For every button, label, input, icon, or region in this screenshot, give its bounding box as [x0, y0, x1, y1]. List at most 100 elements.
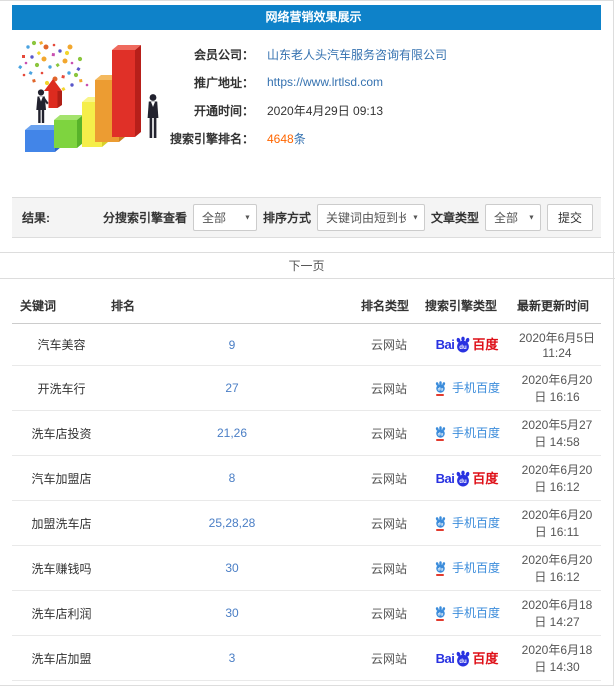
- mobile-baidu-badge: du 手机百度: [434, 605, 500, 621]
- mobile-baidu-paw-icon: du: [434, 605, 447, 621]
- rank-type-cell: 云网站: [357, 410, 421, 456]
- baidu-paw-icon: du: [456, 470, 470, 487]
- company-link[interactable]: 山东老人头汽车服务咨询有限公司: [267, 46, 447, 63]
- member-info: 会员公司： 山东老人头汽车服务咨询有限公司 推广地址： https://www.…: [12, 40, 615, 152]
- rank-cell[interactable]: 8: [107, 455, 357, 501]
- mobile-baidu-underline: [436, 438, 445, 441]
- sort-select-wrap: 关键词由短到长排序: [316, 204, 425, 231]
- engine-cell: du 手机百度: [421, 365, 513, 411]
- rank-cell[interactable]: 27: [107, 365, 357, 411]
- type-select-wrap: 全部: [484, 204, 541, 231]
- baidu-logo-bai: Bai: [435, 337, 455, 352]
- baidu-logo-bai: Bai: [435, 470, 455, 486]
- rank-type-cell: 云网站: [357, 323, 421, 366]
- engine-cell: Bai du 百度: [421, 323, 513, 366]
- updated-cell: 2020年6月20日 16:11: [513, 500, 601, 546]
- baidu-logo: Bai du 百度: [435, 470, 498, 487]
- info-row-open-time: 开通时间： 2020年4月29日 09:13: [12, 96, 615, 124]
- mobile-baidu-paw-icon: du: [434, 560, 447, 576]
- rank-count-unit[interactable]: 条: [294, 132, 306, 146]
- table-header: 关键词 排名 排名类型 搜索引擎类型 最新更新时间: [12, 289, 601, 324]
- baidu-logo-cn: 百度: [472, 337, 499, 352]
- baidu-logo-cn: 百度: [472, 650, 499, 666]
- mobile-baidu-paw-icon: du: [434, 425, 447, 441]
- table-row: 加盟洗车店 25,28,28 云网站 du 手机百度 2020年6月20日 16…: [12, 500, 601, 546]
- keyword-cell: 汽车美容: [12, 323, 107, 366]
- updated-cell: 2020年6月20日 16:12: [513, 545, 601, 591]
- updated-cell: 2020年6月18日 14:27: [513, 590, 601, 636]
- info-row-url: 推广地址： https://www.lrtlsd.com: [12, 68, 615, 96]
- mobile-baidu-underline: [436, 618, 445, 621]
- info-row-rank-count: 搜索引擎排名： 4648条: [12, 124, 615, 152]
- mobile-baidu-underline: [436, 393, 445, 396]
- rank-cell[interactable]: 21,26: [107, 410, 357, 456]
- url-label: 推广地址：: [193, 75, 254, 90]
- baidu-logo-bai: Bai: [435, 650, 455, 666]
- mobile-baidu-label: 手机百度: [451, 426, 500, 440]
- updated-cell: 2020年6月20日 16:16: [513, 365, 601, 411]
- header-updated: 最新更新时间: [513, 289, 601, 324]
- table-body: 汽车美容 9 云网站 Bai du 百度 2020年6月5日 11:24 开洗车…: [12, 323, 601, 681]
- svg-text:du: du: [460, 344, 468, 351]
- mobile-baidu-label: 手机百度: [451, 381, 500, 395]
- header-keyword: 关键词: [12, 289, 107, 324]
- baidu-paw-icon: du: [456, 650, 470, 667]
- engine-select[interactable]: 全部: [192, 204, 257, 231]
- sort-select[interactable]: 关键词由短到长排序: [316, 204, 425, 231]
- result-label: 结果:: [22, 211, 50, 225]
- updated-cell: 2020年5月27日 14:58: [513, 410, 601, 456]
- rank-count-number: 4648: [267, 131, 294, 146]
- rank-cell[interactable]: 3: [107, 635, 357, 681]
- company-label: 会员公司：: [193, 47, 254, 62]
- baidu-logo: Bai du 百度: [435, 650, 499, 667]
- header-rank: 排名: [107, 289, 357, 324]
- table-row: 洗车店投资 21,26 云网站 du 手机百度 2020年5月27日 14:58: [12, 410, 601, 456]
- result-filter-bar: 结果: 分搜索引擎查看 全部 排序方式 关键词由短到长排序 文章类型 全部 提交: [12, 197, 601, 238]
- mobile-baidu-underline: [436, 573, 445, 576]
- table-row: 洗车赚钱吗 30 云网站 du 手机百度 2020年6月20日 16:12: [12, 545, 601, 591]
- keyword-cell: 开洗车行: [12, 365, 107, 411]
- ranking-table: 关键词 排名 排名类型 搜索引擎类型 最新更新时间 汽车美容 9 云网站 Bai: [12, 289, 601, 681]
- type-select[interactable]: 全部: [484, 204, 541, 231]
- svg-text:du: du: [438, 431, 444, 437]
- rank-type-cell: 云网站: [357, 590, 421, 636]
- mobile-baidu-badge: du 手机百度: [434, 515, 500, 531]
- rank-type-cell: 云网站: [357, 545, 421, 591]
- app-header: 网络营销效果展示: [12, 5, 601, 30]
- updated-cell: 2020年6月5日 11:24: [513, 323, 601, 366]
- rank-cell[interactable]: 9: [107, 323, 357, 366]
- mobile-baidu-label: 手机百度: [451, 516, 500, 530]
- filter-group: 分搜索引擎查看 全部 排序方式 关键词由短到长排序 文章类型 全部 提交: [103, 204, 593, 231]
- svg-text:du: du: [438, 521, 444, 527]
- rank-cell[interactable]: 30: [107, 545, 357, 591]
- promo-url-link[interactable]: https://www.lrtlsd.com: [267, 75, 383, 89]
- sort-filter-label: 排序方式: [262, 211, 311, 225]
- mobile-baidu-badge: du 手机百度: [434, 560, 500, 576]
- keyword-cell: 洗车店利润: [12, 590, 107, 636]
- baidu-logo: Bai du 百度: [435, 336, 499, 353]
- engine-cell: du 手机百度: [421, 410, 513, 456]
- header-engine-type: 搜索引擎类型: [421, 289, 513, 324]
- open-time-label: 开通时间：: [193, 103, 254, 118]
- engine-cell: du 手机百度: [421, 545, 513, 591]
- type-filter-label: 文章类型: [430, 211, 479, 225]
- svg-text:du: du: [460, 657, 468, 664]
- engine-cell: du 手机百度: [421, 590, 513, 636]
- mobile-baidu-badge: du 手机百度: [434, 425, 500, 441]
- info-row-company: 会员公司： 山东老人头汽车服务咨询有限公司: [12, 40, 615, 68]
- rank-cell[interactable]: 30: [107, 590, 357, 636]
- rank-type-cell: 云网站: [357, 500, 421, 546]
- baidu-paw-icon: du: [456, 336, 470, 353]
- next-page-button[interactable]: 下一页: [0, 252, 614, 279]
- keyword-cell: 洗车店加盟: [12, 635, 107, 681]
- keyword-cell: 汽车加盟店: [12, 455, 107, 501]
- svg-text:du: du: [438, 566, 444, 572]
- engine-filter-label: 分搜索引擎查看: [102, 211, 187, 225]
- engine-cell: du 手机百度: [421, 500, 513, 546]
- updated-cell: 2020年6月18日 14:30: [513, 635, 601, 681]
- keyword-cell: 加盟洗车店: [12, 500, 107, 546]
- mobile-baidu-label: 手机百度: [451, 606, 500, 620]
- rank-cell[interactable]: 25,28,28: [107, 500, 357, 546]
- submit-button[interactable]: 提交: [546, 204, 593, 231]
- updated-cell: 2020年6月20日 16:12: [513, 455, 601, 501]
